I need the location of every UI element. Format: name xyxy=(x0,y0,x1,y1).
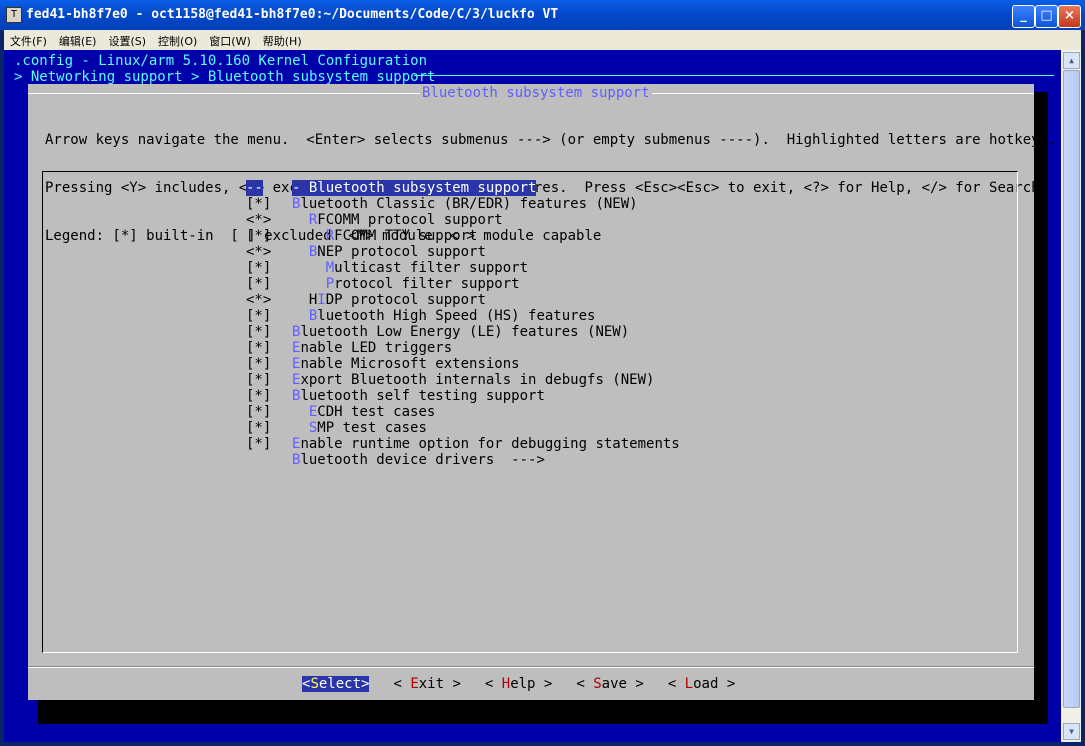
menu-item[interactable]: [*] Bluetooth Low Energy (LE) features (N… xyxy=(246,324,680,340)
select-button[interactable]: <Select> xyxy=(302,676,370,692)
scroll-down-arrow-icon[interactable]: ▼ xyxy=(1063,723,1080,740)
menu-item-label: Bluetooth Classic (BR/EDR) features (NEW… xyxy=(292,196,638,212)
menu-item[interactable]: [*] Enable Microsoft extensions xyxy=(246,356,680,372)
menu-item-label: HIDP protocol support xyxy=(308,292,486,308)
menu-item-state: [*] xyxy=(246,340,272,356)
terminal-app-icon[interactable]: T xyxy=(6,7,22,23)
close-button[interactable]: × xyxy=(1058,5,1081,28)
menu-item[interactable]: [*] Multicast filter support xyxy=(246,260,680,276)
menu-item-label: RFCOMM TTY support xyxy=(325,228,478,244)
dialog-title: Bluetooth subsystem support xyxy=(420,85,652,101)
menu-item-label: SMP test cases xyxy=(308,420,427,436)
menu-item-label: Bluetooth self testing support xyxy=(292,388,545,404)
header-rule xyxy=(414,75,1054,76)
menu-item[interactable]: [*] SMP test cases xyxy=(246,420,680,436)
menu-item-label: ECDH test cases xyxy=(308,404,436,420)
menu-window[interactable]: 窗口(W) xyxy=(203,32,256,52)
menu-item[interactable]: [*] RFCOMM TTY support xyxy=(246,228,680,244)
button-separator-highlight xyxy=(28,667,1034,668)
menu-file[interactable]: 文件(F) xyxy=(4,32,53,52)
menu-item[interactable]: [*] Bluetooth Classic (BR/EDR) features (… xyxy=(246,196,680,212)
menu-item-label: Bluetooth High Speed (HS) features xyxy=(308,308,596,324)
exit-button[interactable]: < Exit > xyxy=(393,676,460,692)
vertical-scrollbar[interactable]: ▲ ▼ xyxy=(1061,50,1081,742)
menu-settings[interactable]: 设置(S) xyxy=(102,32,152,52)
menu-item-state: -- xyxy=(246,180,263,196)
menu-bar: 文件(F) 编辑(E) 设置(S) 控制(O) 窗口(W) 帮助(H) xyxy=(4,30,1081,50)
minimize-button[interactable]: _ xyxy=(1012,5,1035,28)
breadcrumb: > Networking support > Bluetooth subsyst… xyxy=(14,69,436,85)
terminal-area[interactable]: .config - Linux/arm 5.10.160 Kernel Conf… xyxy=(4,50,1061,742)
menu-item-label: Enable Microsoft extensions xyxy=(292,356,520,372)
window-title: fed41-bh8f7e0 - oct1158@fed41-bh8f7e0:~/… xyxy=(26,7,559,22)
title-bar[interactable]: T fed41-bh8f7e0 - oct1158@fed41-bh8f7e0:… xyxy=(0,0,1085,30)
load-button[interactable]: < Load > xyxy=(668,676,735,692)
menu-item-label: BNEP protocol support xyxy=(308,244,486,260)
menu-item-state: [*] xyxy=(246,196,272,212)
menu-item-state: [*] xyxy=(246,388,272,404)
menu-item-state: [*] xyxy=(246,228,272,244)
menu-item-label: Enable LED triggers xyxy=(292,340,453,356)
menu-item[interactable]: <*> HIDP protocol support xyxy=(246,292,680,308)
menu-item-label: Enable runtime option for debugging stat… xyxy=(292,436,680,452)
menu-item-state: <*> xyxy=(246,292,272,308)
menu-item-label: Export Bluetooth internals in debugfs (N… xyxy=(292,372,655,388)
menu-item-state: [*] xyxy=(246,260,272,276)
menu-item[interactable]: [*] Enable LED triggers xyxy=(246,340,680,356)
menu-item-label: - Bluetooth subsystem support xyxy=(292,180,537,196)
menu-list: -- - Bluetooth subsystem support [*] Blueto… xyxy=(246,180,680,468)
menu-item[interactable]: [*] Protocol filter support xyxy=(246,276,680,292)
menu-item-state: [*] xyxy=(246,276,272,292)
menu-item-label: Protocol filter support xyxy=(325,276,520,292)
menu-item-state: [*] xyxy=(246,356,272,372)
save-button[interactable]: < Save > xyxy=(576,676,643,692)
menu-item[interactable]: -- - Bluetooth subsystem support xyxy=(246,180,680,196)
menu-item-label: RFCOMM protocol support xyxy=(308,212,503,228)
menu-edit[interactable]: 编辑(E) xyxy=(53,32,103,52)
menu-item-state: <*> xyxy=(246,244,272,260)
menu-item-state: [*] xyxy=(246,420,272,436)
menu-item-state: [*] xyxy=(246,436,272,452)
terminal-window: T fed41-bh8f7e0 - oct1158@fed41-bh8f7e0:… xyxy=(0,0,1085,746)
help-button[interactable]: < Help > xyxy=(485,676,552,692)
help-line: Arrow keys navigate the menu. <Enter> se… xyxy=(45,132,1057,148)
menu-item-label: Bluetooth Low Energy (LE) features (NEW) xyxy=(292,324,630,340)
menu-item[interactable]: [*] ECDH test cases xyxy=(246,404,680,420)
menu-item[interactable]: <*> RFCOMM protocol support xyxy=(246,212,680,228)
menu-item-state: <*> xyxy=(246,212,272,228)
config-header: .config - Linux/arm 5.10.160 Kernel Conf… xyxy=(14,53,428,69)
menu-item-state: [*] xyxy=(246,308,272,324)
menu-item[interactable]: <*> BNEP protocol support xyxy=(246,244,680,260)
menu-item[interactable]: [*] Export Bluetooth internals in debugfs… xyxy=(246,372,680,388)
menu-item-label: Multicast filter support xyxy=(325,260,529,276)
menu-control[interactable]: 控制(O) xyxy=(152,32,203,52)
menu-item-state: [*] xyxy=(246,404,272,420)
menu-item-state: [*] xyxy=(246,324,272,340)
menu-item-label: Bluetooth device drivers ---> xyxy=(292,452,545,468)
menu-item-state: [*] xyxy=(246,372,272,388)
maximize-button[interactable]: □ xyxy=(1035,5,1058,28)
scroll-thumb[interactable] xyxy=(1063,70,1080,708)
menuconfig-dialog: Bluetooth subsystem support Arrow keys n… xyxy=(28,84,1056,700)
menu-item[interactable]: [*] Bluetooth High Speed (HS) features xyxy=(246,308,680,324)
menu-item[interactable]: [*] Enable runtime option for debugging s… xyxy=(246,436,680,452)
menu-item[interactable]: [*] Bluetooth self testing support xyxy=(246,388,680,404)
menu-item[interactable]: Bluetooth device drivers ---> xyxy=(246,452,680,468)
scroll-up-arrow-icon[interactable]: ▲ xyxy=(1063,52,1080,69)
button-bar: <Select> < Exit > < Help > < Save > < Load > xyxy=(302,676,759,692)
menu-help[interactable]: 帮助(H) xyxy=(257,32,308,52)
